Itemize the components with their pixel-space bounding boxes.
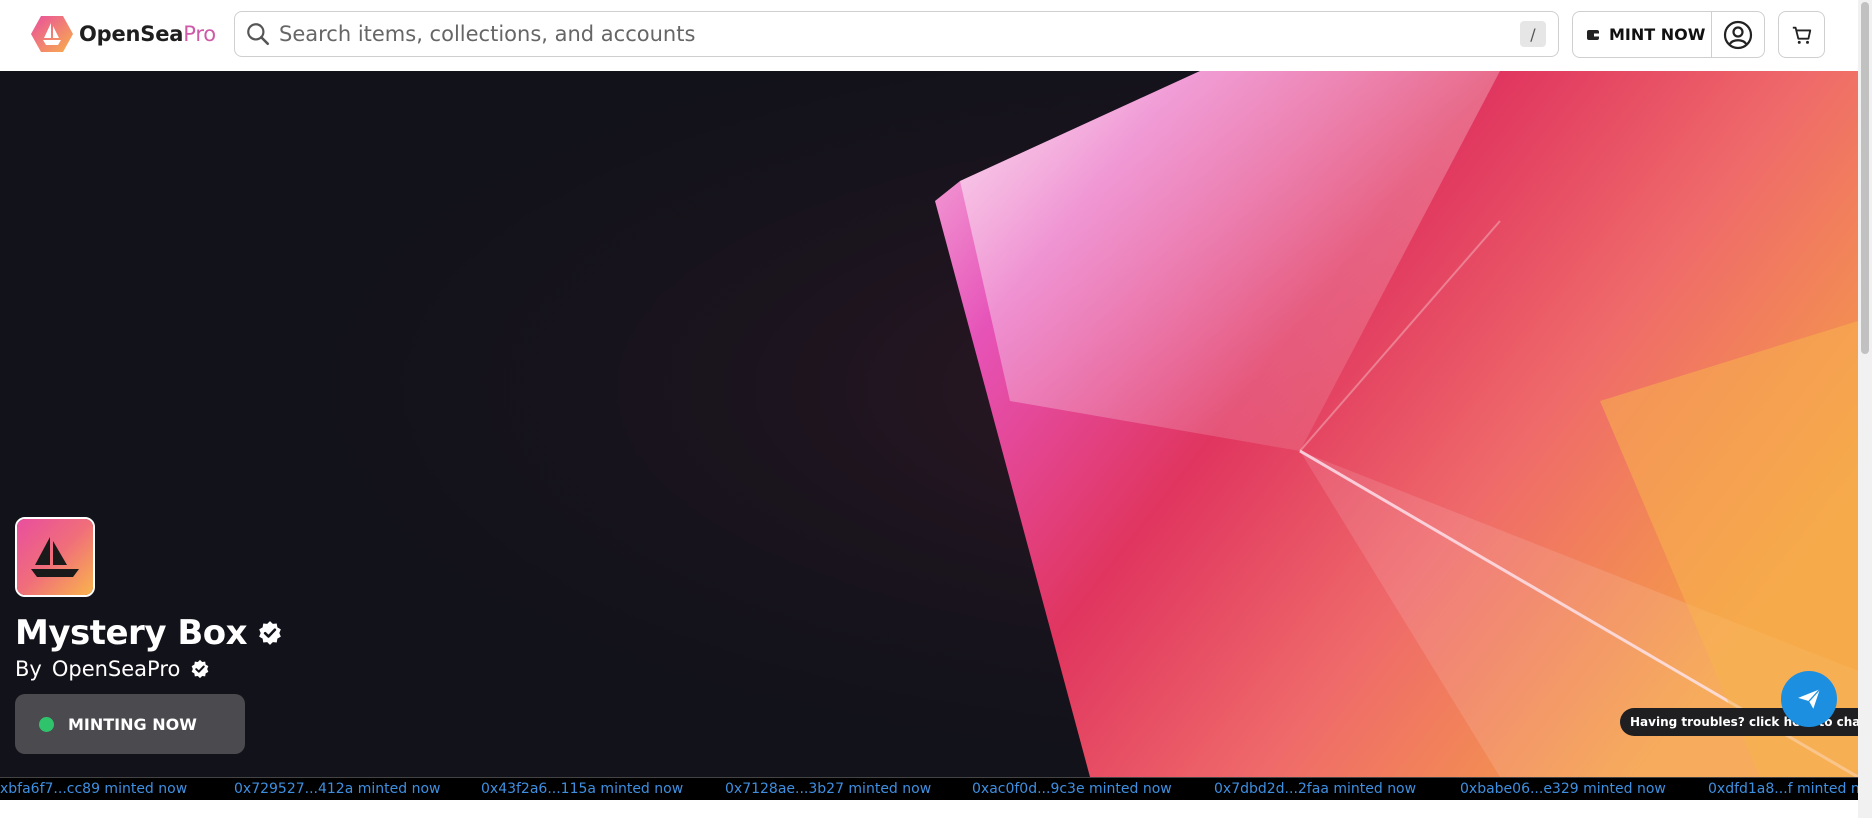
cart-button[interactable] [1778,11,1825,58]
search-input[interactable] [271,13,1520,55]
creator-row: By OpenSeaPro [15,657,210,681]
cart-icon [1792,26,1811,44]
hero-crystal-artwork [0,71,1858,777]
collection-title: Mystery Box [15,613,248,653]
scrollbar-thumb[interactable] [1861,2,1869,354]
ship-logo-icon [17,519,93,595]
send-icon [1798,688,1821,709]
ticker-item: 0x43f2a6...115a minted now [481,781,684,797]
mint-activity-ticker: xbfa6f7...cc89 minted now 0x729527...412… [0,777,1858,800]
verified-badge-icon [259,621,281,645]
page-scrollbar[interactable] [1858,0,1872,818]
ticker-item: 0xbabe06...e329 minted now [1460,781,1666,797]
search-bar[interactable]: / [234,11,1559,57]
top-navigation-bar: OpenSeaPro / MINT NOW [0,0,1858,71]
creator-name-link[interactable]: OpenSeaPro [52,657,181,681]
header-actions: MINT NOW [1572,11,1765,58]
wallet-icon [1587,29,1599,40]
ticker-item: 0x7dbd2d...2faa minted now [1214,781,1417,797]
opensea-pro-logo[interactable]: OpenSeaPro [31,14,216,54]
status-dot-icon [39,716,54,732]
minting-status-badge: MINTING NOW [15,694,245,754]
ticker-item: xbfa6f7...cc89 minted now [0,781,188,797]
ticker-item: 0xdfd1a8...f minted now [1708,781,1858,797]
account-button[interactable] [1712,12,1764,57]
mint-now-button[interactable]: MINT NOW [1573,12,1712,57]
brand-suffix: Pro [183,22,216,46]
chat-button[interactable] [1781,671,1837,727]
ticker-item: 0xac0f0d...9c3e minted now [972,781,1172,797]
brand-name: OpenSeaPro [79,22,216,46]
creator-verified-icon [192,659,209,679]
ticker-item: 0x7128ae...3b27 minted now [725,781,932,797]
account-circle-icon [1723,20,1753,49]
search-shortcut-key: / [1520,21,1546,47]
opensea-pro-logo-icon [31,16,73,52]
mint-now-label: MINT NOW [1609,25,1706,44]
collection-title-row: Mystery Box [15,613,283,653]
search-icon [247,23,270,46]
status-label: MINTING NOW [68,714,197,734]
collection-hero-banner: Mystery Box By OpenSeaPro MINTING NOW Ha… [0,71,1858,777]
creator-prefix: By [15,657,42,681]
ticker-item: 0x729527...412a minted now [234,781,441,797]
collection-avatar [15,517,95,597]
